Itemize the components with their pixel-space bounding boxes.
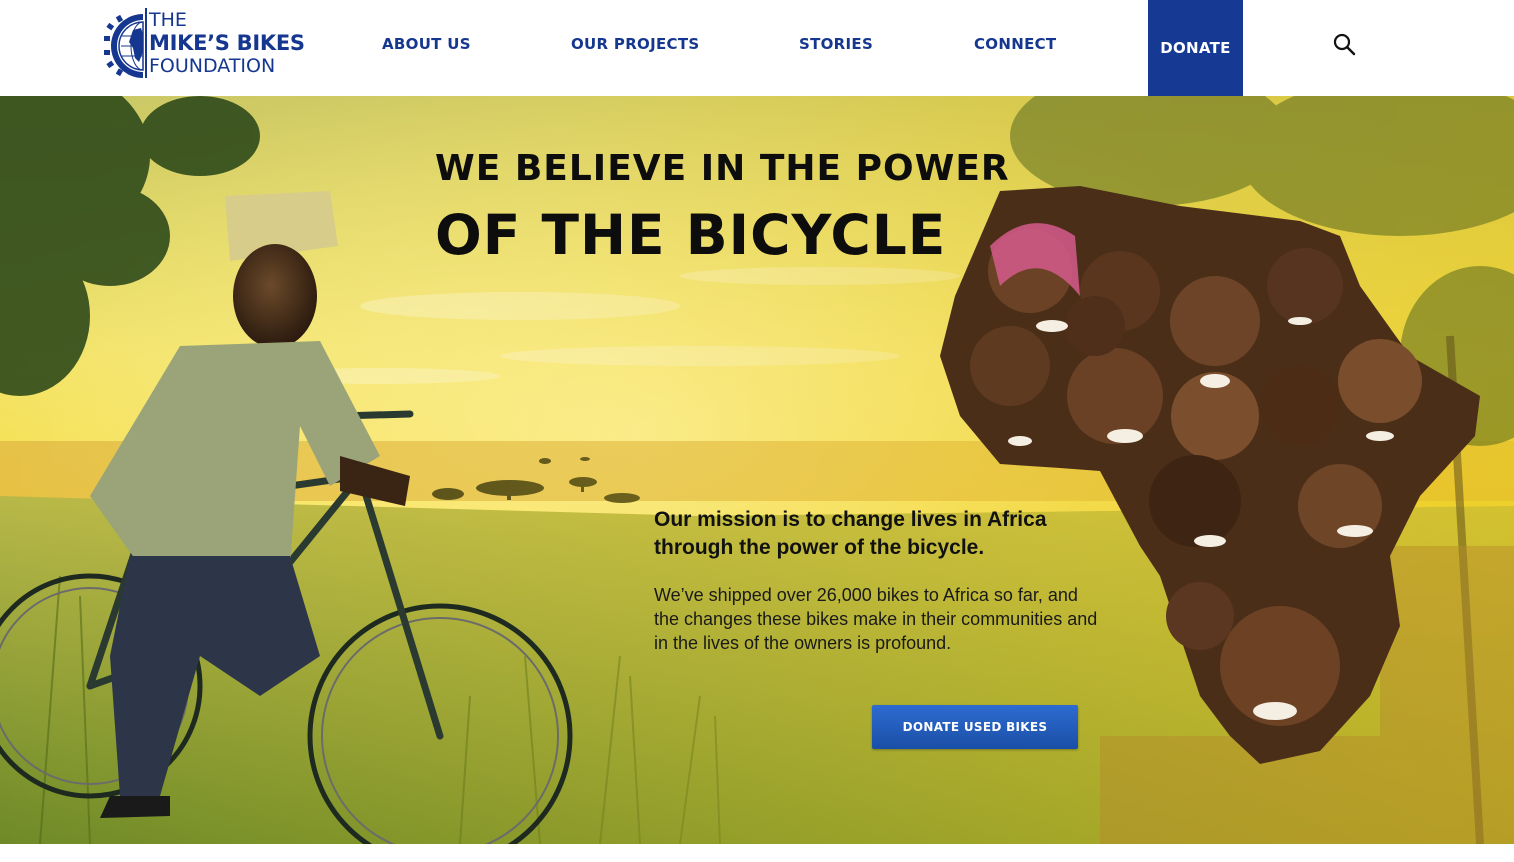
mission-statement: Our mission is to change lives in Africa… <box>654 508 1047 559</box>
logo-text-the: THE <box>149 9 187 31</box>
nav-about-us[interactable]: ABOUT US <box>382 34 471 54</box>
hero-banner: WE BELIEVE IN THE POWER OF THE BICYCLE O… <box>0 96 1514 844</box>
nav-our-projects[interactable]: OUR PROJECTS <box>571 34 699 54</box>
search-button[interactable] <box>1332 32 1358 58</box>
donate-used-bikes-button[interactable]: DONATE USED BIKES <box>872 705 1078 749</box>
hero-title-line1: WE BELIEVE IN THE POWER <box>435 148 1010 189</box>
logo-text-foundation: FOUNDATION <box>149 55 276 77</box>
logo-divider <box>145 8 147 78</box>
mission-description: We’ve shipped over 26,000 bikes to Afric… <box>654 585 1098 653</box>
logo-text-name: MIKE’S BIKES <box>149 31 305 55</box>
gear-globe-icon <box>104 14 144 78</box>
page-bottom-strip <box>0 844 1514 862</box>
nav-donate-button[interactable]: DONATE <box>1148 0 1243 96</box>
site-logo[interactable]: THE MIKE’S BIKES FOUNDATION <box>103 6 318 80</box>
hero-title-line2: OF THE BICYCLE <box>435 203 947 267</box>
nav-connect[interactable]: CONNECT <box>974 34 1056 54</box>
site-header: THE MIKE’S BIKES FOUNDATION ABOUT US OUR… <box>0 0 1514 96</box>
nav-stories[interactable]: STORIES <box>799 34 873 54</box>
search-icon <box>1333 33 1356 56</box>
